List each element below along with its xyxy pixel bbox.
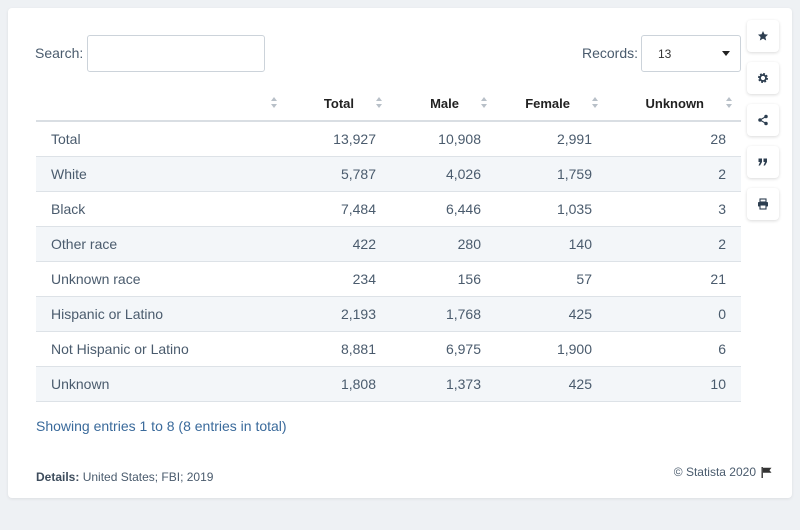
search-input[interactable] xyxy=(87,35,265,72)
statistic-card: Search: Records: 13 Total Male Female Un… xyxy=(8,8,792,498)
favorite-button[interactable] xyxy=(747,20,779,52)
table-cell: 234 xyxy=(286,261,391,297)
gear-icon xyxy=(758,73,768,83)
table-cell: 57 xyxy=(496,261,607,297)
table-cell: 1,768 xyxy=(391,296,496,332)
table-cell: Total xyxy=(36,121,286,157)
cite-button[interactable] xyxy=(747,146,779,178)
table-cell: 2 xyxy=(607,156,741,192)
table-cell: 0 xyxy=(607,296,741,332)
table-cell: 4,026 xyxy=(391,156,496,192)
table-cell: 21 xyxy=(607,261,741,297)
table-cell: 3 xyxy=(607,191,741,227)
column-header-total[interactable]: Total xyxy=(286,86,391,122)
table-cell: 422 xyxy=(286,226,391,262)
table-row: Unknown 1,808 1,373 425 10 xyxy=(36,366,741,402)
records-label: Records: xyxy=(582,45,639,61)
table-cell: 1,808 xyxy=(286,366,391,402)
copyright[interactable]: © Statista 2020 xyxy=(674,465,772,479)
table-cell: 6 xyxy=(607,331,741,367)
column-header-male[interactable]: Male xyxy=(391,86,496,122)
sort-icon xyxy=(376,97,383,109)
table-cell: Unknown race xyxy=(36,261,286,297)
star-icon xyxy=(758,31,768,41)
copyright-text: © Statista 2020 xyxy=(673,465,756,479)
table-row: Other race 422 280 140 2 xyxy=(36,226,741,262)
table-cell: 10 xyxy=(607,366,741,402)
entries-summary: Showing entries 1 to 8 (8 entries in tot… xyxy=(36,418,287,434)
table-header-row: Total Male Female Unknown xyxy=(36,86,741,122)
column-header-unknown[interactable]: Unknown xyxy=(607,86,741,122)
table-cell: Black xyxy=(36,191,286,227)
search-label: Search: xyxy=(35,45,84,61)
table-cell: White xyxy=(36,156,286,192)
table-row: Total 13,927 10,908 2,991 28 xyxy=(36,121,741,157)
settings-button[interactable] xyxy=(747,62,779,94)
table-cell: 2,193 xyxy=(286,296,391,332)
table-cell: 140 xyxy=(496,226,607,262)
table-cell: 156 xyxy=(391,261,496,297)
table-cell: 280 xyxy=(391,226,496,262)
table-cell: 7,484 xyxy=(286,191,391,227)
table-cell: 2 xyxy=(607,226,741,262)
details-line: Details: United States; FBI; 2019 xyxy=(36,470,213,484)
records-select[interactable]: 13 xyxy=(641,35,741,72)
chevron-down-icon xyxy=(722,51,730,56)
table-cell: 8,881 xyxy=(286,331,391,367)
print-button[interactable] xyxy=(747,188,779,220)
column-header-category[interactable] xyxy=(36,86,286,122)
share-button[interactable] xyxy=(747,104,779,136)
table-row: Not Hispanic or Latino 8,881 6,975 1,900… xyxy=(36,331,741,367)
column-header-female[interactable]: Female xyxy=(496,86,607,122)
table-cell: 10,908 xyxy=(391,121,496,157)
table-cell: 6,446 xyxy=(391,191,496,227)
sort-icon xyxy=(726,97,733,109)
details-label: Details: xyxy=(36,470,80,484)
table-cell: 5,787 xyxy=(286,156,391,192)
table-cell: 425 xyxy=(496,296,607,332)
table-cell: 2,991 xyxy=(496,121,607,157)
print-icon xyxy=(758,198,768,210)
table-row: Black 7,484 6,446 1,035 3 xyxy=(36,191,741,227)
table-cell: Other race xyxy=(36,226,286,262)
table-cell: 1,035 xyxy=(496,191,607,227)
quote-icon xyxy=(758,158,767,166)
sort-icon xyxy=(592,97,599,109)
table-cell: 13,927 xyxy=(286,121,391,157)
table-cell: 28 xyxy=(607,121,741,157)
table-cell: 1,900 xyxy=(496,331,607,367)
share-icon xyxy=(758,114,768,126)
table-cell: 1,759 xyxy=(496,156,607,192)
flag-icon xyxy=(761,466,772,478)
sort-icon xyxy=(271,97,278,109)
table-cell: 6,975 xyxy=(391,331,496,367)
details-text: United States; FBI; 2019 xyxy=(82,470,214,484)
table-cell: 425 xyxy=(496,366,607,402)
table-row: White 5,787 4,026 1,759 2 xyxy=(36,156,741,192)
table-row: Hispanic or Latino 2,193 1,768 425 0 xyxy=(36,296,741,332)
table-cell: 1,373 xyxy=(391,366,496,402)
table-cell: Not Hispanic or Latino xyxy=(36,331,286,367)
sort-icon xyxy=(481,97,488,109)
table-cell: Hispanic or Latino xyxy=(36,296,286,332)
tool-sidebar xyxy=(747,20,779,230)
table-row: Unknown race 234 156 57 21 xyxy=(36,261,741,297)
table-cell: Unknown xyxy=(36,366,286,402)
records-value: 13 xyxy=(658,47,672,61)
data-table: Total Male Female Unknown Total 13,927 1… xyxy=(36,86,741,402)
